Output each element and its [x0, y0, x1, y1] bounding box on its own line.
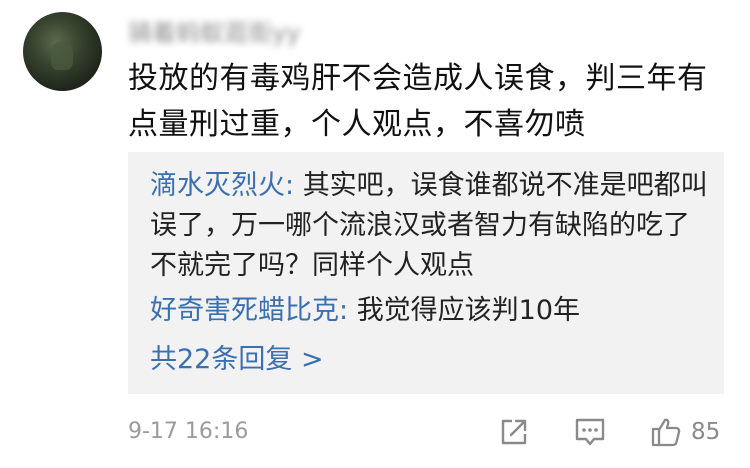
comment-text: 投放的有毒鸡肝不会造成人误食，判三年有点量刑过重，个人观点，不喜勿喷	[128, 61, 708, 142]
reply-box: 滴水灭烈火: 其实吧，误食谁都说不准是吧都叫误了，万一哪个流浪汉或者智力有缺陷的…	[128, 152, 724, 394]
comment-timestamp: 9-17 16:16	[128, 419, 249, 444]
like-button[interactable]: 85	[650, 412, 720, 452]
like-count: 85	[691, 419, 721, 445]
thumbs-up-icon	[651, 418, 681, 447]
reply-separator: :	[285, 170, 303, 201]
share-button[interactable]	[499, 412, 529, 452]
reply-item: 好奇害死蜡比克: 我觉得应该判10年	[150, 291, 710, 331]
comment-button[interactable]	[574, 412, 606, 452]
reply-author[interactable]: 好奇害死蜡比克	[150, 295, 339, 326]
reply-item: 滴水灭烈火: 其实吧，误食谁都说不准是吧都叫误了，万一哪个流浪汉或者智力有缺陷的…	[150, 166, 710, 286]
more-replies-link[interactable]: 共22条回复 >	[150, 340, 324, 380]
comment-author[interactable]: 骑着蚂蚁逛街yy	[128, 18, 300, 48]
share-icon	[501, 419, 527, 445]
comment-icon	[575, 418, 605, 446]
reply-author[interactable]: 滴水灭烈火	[150, 170, 285, 201]
reply-text: 我觉得应该判10年	[356, 295, 581, 326]
avatar[interactable]	[23, 12, 102, 91]
reply-separator: :	[339, 295, 357, 326]
